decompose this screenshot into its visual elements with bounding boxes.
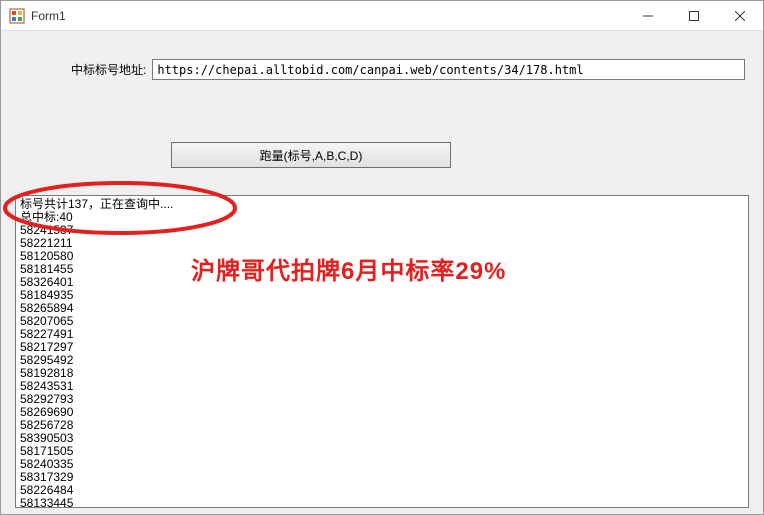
run-button[interactable]: 跑量(标号,A,B,C,D) — [171, 142, 451, 168]
url-row: 中标标号地址: — [71, 59, 749, 80]
url-label: 中标标号地址: — [71, 61, 146, 78]
url-input[interactable] — [152, 59, 745, 80]
window-controls — [625, 1, 763, 30]
minimize-button[interactable] — [625, 1, 671, 30]
titlebar: Form1 — [1, 1, 763, 31]
app-icon — [9, 8, 25, 24]
output-textarea[interactable]: 标号共计137，正在查询中.... 总中标:40 58241537 582212… — [15, 195, 749, 508]
window-title: Form1 — [31, 9, 66, 23]
maximize-button[interactable] — [671, 1, 717, 30]
form-area: 中标标号地址: 跑量(标号,A,B,C,D) — [1, 31, 763, 168]
close-button[interactable] — [717, 1, 763, 30]
